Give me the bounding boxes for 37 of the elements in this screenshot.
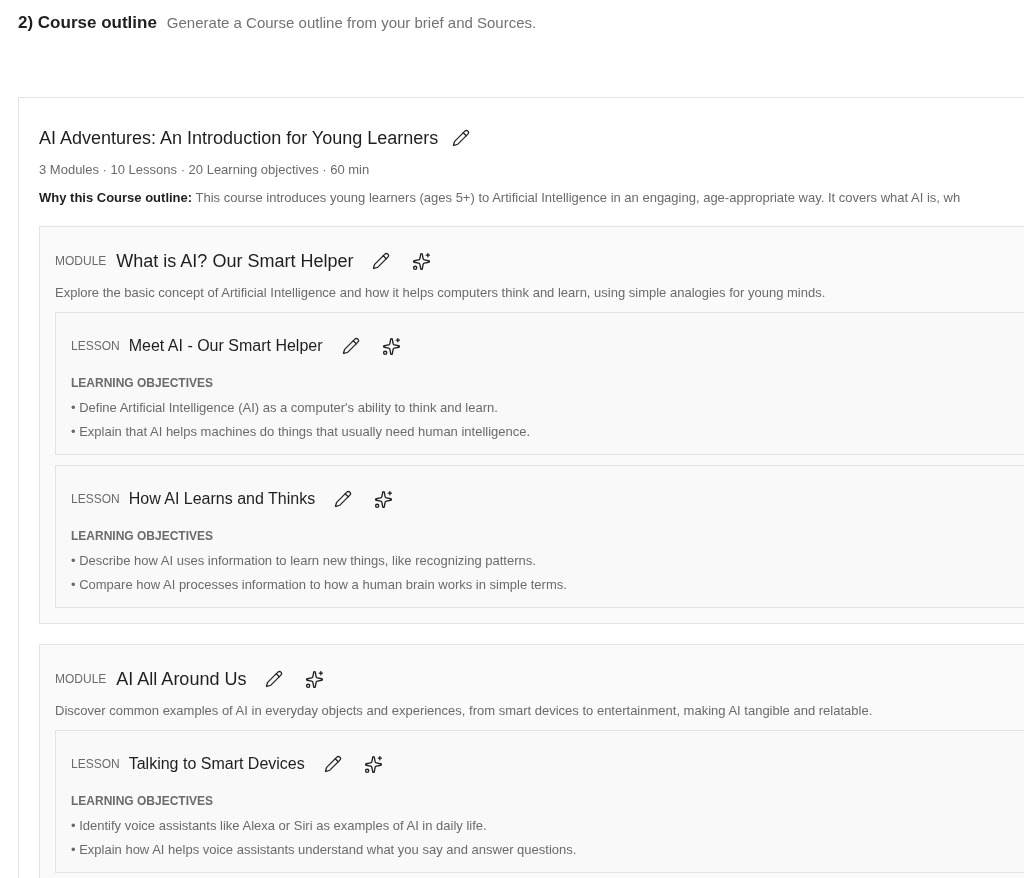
learning-objective: • Explain how AI helps voice assistants understand what you say and answer questions. [71,841,578,859]
lesson-title: Talking to Smart Devices [128,754,305,774]
objectives-heading: LEARNING OBJECTIVES [71,375,215,391]
module-description: Discover common examples of AI in everyday objects and experiences, from smart devices to entertainment, making AI tangible and relatable. [55,702,874,720]
learning-objective: • Identify voice assistants like Alexa or Siri as examples of AI in daily life. [71,817,488,835]
sparkle-icon[interactable] [412,251,432,271]
module-label: MODULE [55,671,107,687]
learning-objective: • Compare how AI processes information to how a human brain works in simple terms. [71,576,568,594]
pencil-icon[interactable] [372,252,391,270]
pencil-icon[interactable] [265,670,284,688]
objectives-heading: LEARNING OBJECTIVES [71,793,215,809]
learning-objective: • Explain that AI helps machines do things that usually need human intelligence. [71,423,532,441]
section-title: 2) Course outline [18,12,157,34]
pencil-icon[interactable] [452,129,471,147]
lesson-title: Meet AI - Our Smart Helper [128,336,323,356]
course-meta: 3 Modules · 10 Lessons · 20 Learning objectives · 60 min [39,161,371,179]
lesson-label: LESSON [71,756,120,772]
lesson-label: LESSON [71,338,120,354]
sparkle-icon[interactable] [381,336,401,356]
learning-objective: • Describe how AI uses information to learn new things, like recognizing patterns. [71,552,537,570]
lesson-label: LESSON [71,491,120,507]
sparkle-icon[interactable] [374,489,394,509]
lesson-title: How AI Learns and Thinks [128,489,316,509]
pencil-icon[interactable] [341,337,360,355]
module-title: What is AI? Our Smart Helper [116,250,354,273]
module-title: AI All Around Us [116,668,247,691]
objectives-heading: LEARNING OBJECTIVES [71,528,215,544]
module-label: MODULE [55,253,107,269]
course-rationale: Why this Course outline: This course introduces young learners (ages 5+) to Artificial Intelligence in an engaging, age-appropriate way. It covers what AI is, wh [39,189,961,207]
pencil-icon[interactable] [334,490,353,508]
sparkle-icon[interactable] [305,669,325,689]
course-title: AI Adventures: An Introduction for Young Learners [39,127,439,150]
sparkle-icon[interactable] [363,754,383,774]
learning-objective: • Define Artificial Intelligence (AI) as a computer's ability to think and learn. [71,399,499,417]
module-description: Explore the basic concept of Artificial Intelligence and how it helps computers think and learn, using simple analogies for young minds. [55,284,827,302]
pencil-icon[interactable] [323,755,342,773]
section-description: Generate a Course outline from your brief and Sources. [166,13,537,33]
